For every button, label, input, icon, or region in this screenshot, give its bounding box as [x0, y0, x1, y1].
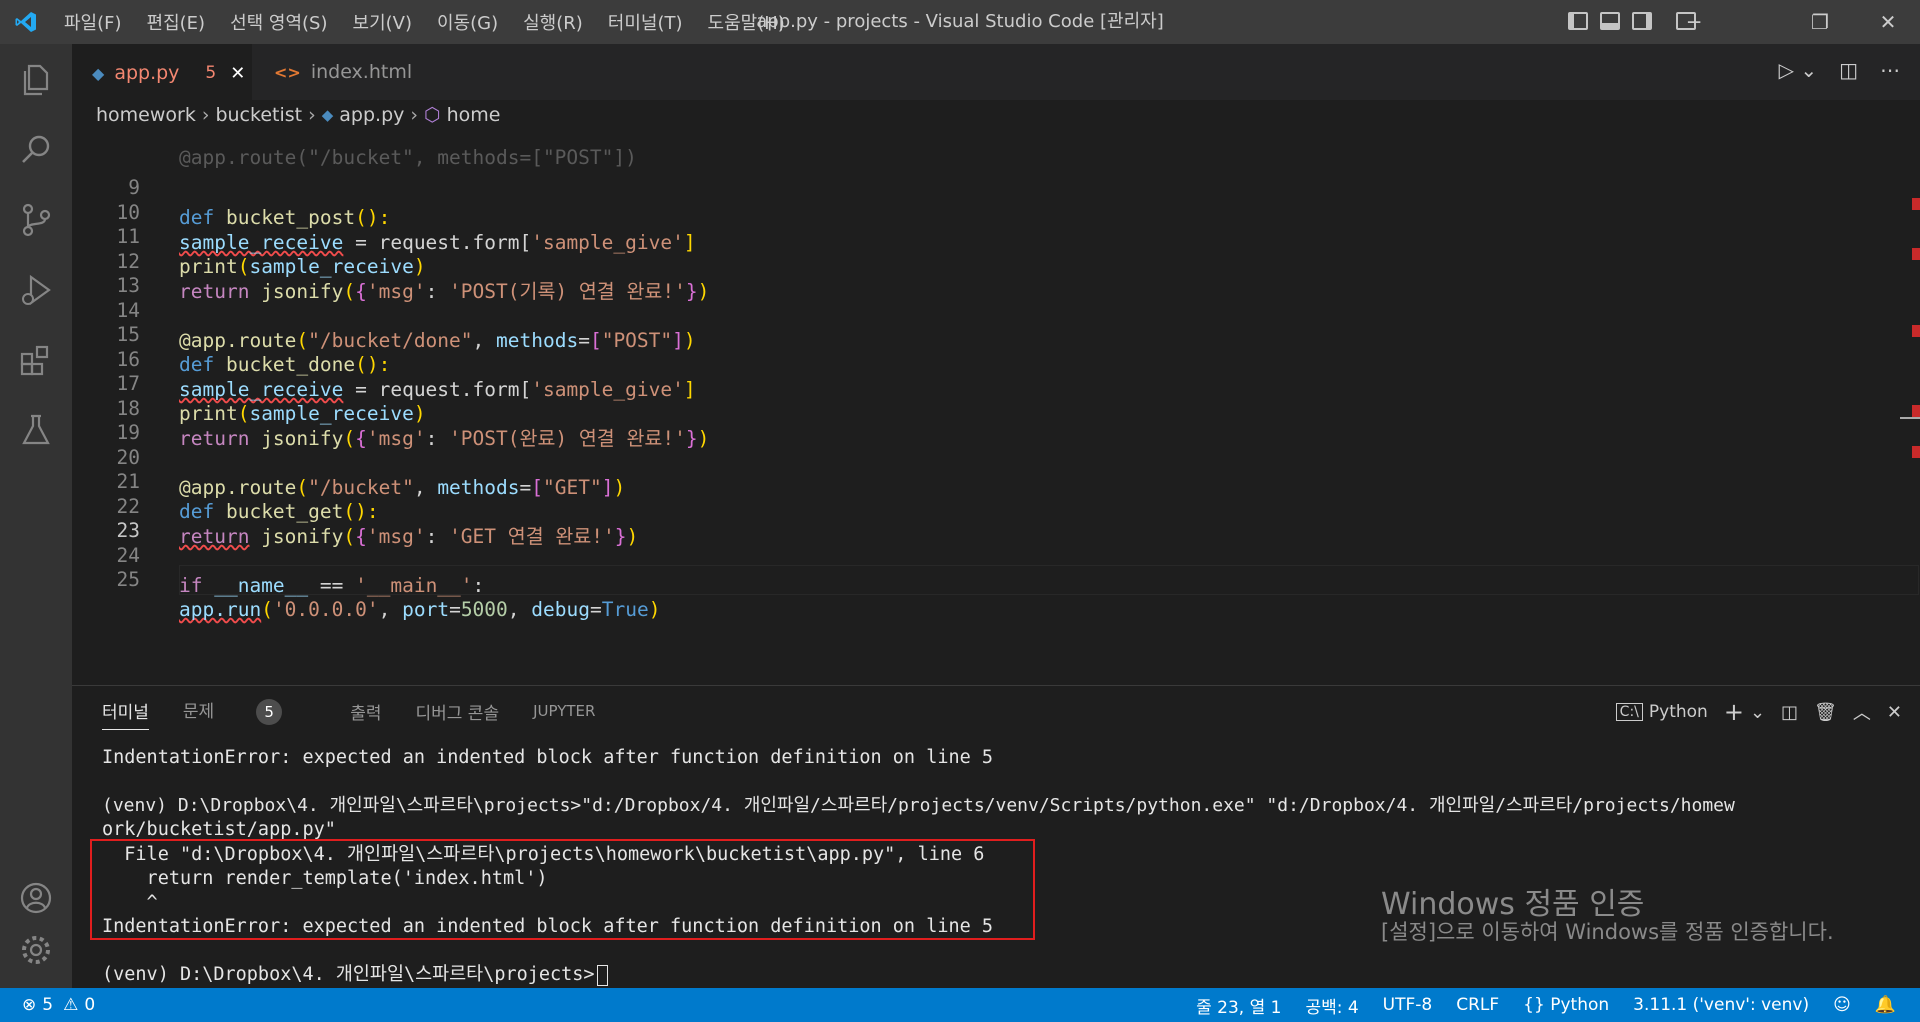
code-line: @app.route("/bucket", methods=["POST"]): [179, 146, 637, 169]
breadcrumb: homework › bucketist › ◆ app.py › ⬡ home: [96, 104, 501, 126]
accounts-icon[interactable]: [18, 880, 54, 916]
menu-file[interactable]: 파일(F): [64, 9, 122, 35]
breadcrumb-item[interactable]: homework: [96, 104, 196, 126]
menu-bar: 파일(F) 편집(E) 선택 영역(S) 보기(V) 이동(G) 실행(R) 터…: [64, 0, 810, 44]
editor-actions: ▷ ⌄ ◫ ⋯: [1779, 58, 1900, 82]
breadcrumb-item[interactable]: home: [447, 104, 501, 126]
activity-bar: [0, 44, 72, 988]
extensions-icon[interactable]: [18, 342, 54, 378]
toggle-primary-sidebar-icon[interactable]: [1568, 12, 1588, 30]
warning-icon: ⚠: [63, 995, 79, 1015]
language-mode[interactable]: {} Python: [1523, 995, 1609, 1015]
tab-app-py[interactable]: ◆ app.py 5 ✕: [72, 44, 252, 100]
menu-terminal[interactable]: 터미널(T): [608, 9, 683, 35]
tab-debug-console[interactable]: 디버그 콘솔: [415, 699, 499, 724]
explorer-icon[interactable]: [18, 62, 54, 98]
menu-selection[interactable]: 선택 영역(S): [230, 9, 327, 35]
toggle-panel-icon[interactable]: [1600, 12, 1620, 30]
close-tab-icon[interactable]: ✕: [230, 63, 245, 84]
encoding[interactable]: UTF-8: [1383, 995, 1433, 1015]
terminal-dropdown-icon[interactable]: ⌄: [1750, 702, 1765, 723]
menu-view[interactable]: 보기(V): [353, 9, 412, 35]
indentation[interactable]: 공백: 4: [1305, 993, 1358, 1018]
braces-icon: {}: [1523, 995, 1545, 1015]
error-icon: ⊗: [22, 995, 37, 1015]
code-editor[interactable]: @app.route("/bucket", methods=["POST"]) …: [72, 130, 1920, 685]
warning-count: 0: [84, 995, 96, 1015]
breadcrumb-item[interactable]: app.py: [339, 104, 404, 126]
run-debug-icon[interactable]: [18, 272, 54, 308]
menu-go[interactable]: 이동(G): [437, 9, 498, 35]
breadcrumb-item[interactable]: bucketist: [215, 104, 302, 126]
maximize-panel-icon[interactable]: ︿: [1853, 699, 1871, 725]
editor-tab-bar: ◆ app.py 5 ✕ <> index.html ▷ ⌄ ◫ ⋯: [72, 44, 1920, 100]
menu-edit[interactable]: 편집(E): [147, 9, 206, 35]
overview-ruler-cursor: [1900, 417, 1920, 419]
notifications-bell-icon[interactable]: 🔔: [1875, 995, 1896, 1015]
search-icon[interactable]: [18, 132, 54, 168]
more-actions-icon[interactable]: ⋯: [1880, 58, 1900, 82]
tab-index-html[interactable]: <> index.html: [254, 44, 434, 100]
activation-watermark-text: [설정]으로 이동하여 Windows를 정품 인증합니다.: [1381, 920, 1834, 944]
close-panel-icon[interactable]: ✕: [1887, 702, 1902, 723]
minimize-icon[interactable]: ─: [1664, 0, 1724, 44]
code-line: 25 app.run('0.0.0.0', port=5000, debug=T…: [116, 568, 661, 621]
activation-watermark-title: Windows 정품 인증: [1381, 887, 1645, 922]
restore-icon[interactable]: ❐: [1790, 0, 1850, 44]
source-control-icon[interactable]: [18, 202, 54, 238]
terminal-shell-label[interactable]: Python: [1649, 702, 1708, 722]
tab-problems[interactable]: 문제 5: [183, 697, 316, 725]
overview-ruler-error-mark[interactable]: [1912, 446, 1920, 458]
overview-ruler-error-mark[interactable]: [1912, 198, 1920, 210]
vscode-logo-icon: [12, 10, 40, 34]
terminal-cursor: [596, 964, 608, 986]
html-file-icon: <>: [274, 62, 301, 82]
error-count: 5: [42, 995, 54, 1015]
tab-problem-count: 5: [205, 63, 217, 83]
problems-badge: 5: [256, 699, 283, 725]
end-of-line[interactable]: CRLF: [1456, 995, 1499, 1015]
terminal-shell-icon: C:\: [1615, 703, 1643, 721]
new-terminal-icon[interactable]: +: [1724, 698, 1744, 726]
kill-terminal-icon[interactable]: 🗑: [1814, 702, 1837, 723]
menu-help[interactable]: 도움말(H): [708, 9, 785, 35]
manage-gear-icon[interactable]: [18, 932, 54, 968]
error-highlight-box: [90, 839, 1035, 940]
tab-label: index.html: [310, 61, 413, 83]
python-interpreter[interactable]: 3.11.1 ('venv': venv): [1633, 995, 1809, 1015]
feedback-icon[interactable]: ☺: [1833, 995, 1851, 1015]
split-editor-icon[interactable]: ◫: [1839, 58, 1858, 82]
toggle-secondary-sidebar-icon[interactable]: [1632, 12, 1652, 30]
python-file-icon: ◆: [321, 106, 334, 124]
close-window-icon[interactable]: ✕: [1858, 0, 1918, 44]
terminal-line: (venv) D:\Dropbox\4. 개인파일\스파르타\projects>…: [102, 795, 1735, 816]
run-file-icon[interactable]: ▷ ⌄: [1779, 58, 1818, 82]
title-bar: app.py - projects - Visual Studio Code […: [0, 0, 1920, 44]
status-right: 줄 23, 열 1 공백: 4 UTF-8 CRLF {} Python 3.1…: [1196, 988, 1896, 1022]
terminal-line: IndentationError: expected an indented b…: [102, 747, 994, 768]
terminal-prompt-line[interactable]: (venv) D:\Dropbox\4. 개인파일\스파르타\projects>: [102, 963, 608, 987]
overview-ruler-error-mark[interactable]: [1912, 325, 1920, 337]
tab-output[interactable]: 출력: [350, 699, 381, 724]
testing-flask-icon[interactable]: [18, 412, 54, 448]
split-terminal-icon[interactable]: ◫: [1781, 702, 1798, 723]
overview-ruler-error-mark[interactable]: [1912, 405, 1920, 417]
tab-terminal[interactable]: 터미널: [102, 698, 149, 730]
cursor-position[interactable]: 줄 23, 열 1: [1196, 993, 1281, 1018]
python-file-icon: ◆: [92, 63, 105, 83]
tab-jupyter[interactable]: JUPYTER: [533, 702, 595, 720]
panel-actions: C:\ Python + ⌄ ◫ 🗑 ︿ ✕: [1615, 698, 1902, 726]
status-bar: ⊗ 5 ⚠ 0 줄 23, 열 1 공백: 4 UTF-8 CRLF {} Pyth…: [0, 988, 1920, 1022]
tab-label: app.py: [114, 62, 180, 84]
overview-ruler-error-mark[interactable]: [1912, 248, 1920, 260]
problems-status[interactable]: ⊗ 5 ⚠ 0: [22, 988, 95, 1022]
panel-tabs: 터미널 문제 5 출력 디버그 콘솔 JUPYTER: [102, 686, 629, 736]
menu-run[interactable]: 실행(R): [523, 9, 583, 35]
symbol-method-icon: ⬡: [423, 104, 441, 126]
